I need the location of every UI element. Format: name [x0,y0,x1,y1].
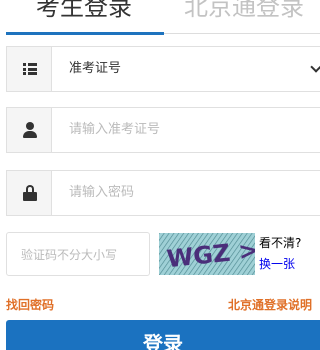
login-button[interactable]: 登录 [6,320,320,350]
forgot-password-link[interactable]: 找回密码 [6,297,54,313]
login-button-label: 登录 [143,332,183,350]
user-icon [23,122,37,138]
active-tab-underline [6,32,164,35]
id-number-placeholder: 请输入准考证号 [69,122,161,137]
password-placeholder: 请输入密码 [69,185,135,200]
tab-student-login[interactable]: 考生登录 [36,0,132,24]
password-icon-box [7,171,52,215]
lock-icon [23,185,37,201]
captcha-input[interactable]: 验证码不分大小写 [6,232,150,276]
id-type-select[interactable]: 准考证号 [6,46,320,92]
list-icon [23,63,37,75]
tabs-divider [164,33,320,34]
captcha-image[interactable]: WGZ > [159,233,255,275]
login-tabs: 考生登录 北京通登录 [0,0,320,36]
cant-see-label: 看不清? [259,236,302,250]
chevron-down-icon[interactable] [310,61,320,73]
id-number-input[interactable]: 请输入准考证号 [6,107,320,153]
id-type-icon-box [7,47,52,91]
password-input[interactable]: 请输入密码 [6,170,320,216]
id-number-icon-box [7,108,52,152]
refresh-captcha-link[interactable]: 换一张 [259,256,295,272]
captcha-placeholder: 验证码不分大小写 [21,248,118,262]
beijingtong-help-link[interactable]: 北京通登录说明 [228,297,312,313]
id-type-value: 准考证号 [69,61,122,76]
tab-beijingtong-login[interactable]: 北京通登录 [184,0,304,24]
